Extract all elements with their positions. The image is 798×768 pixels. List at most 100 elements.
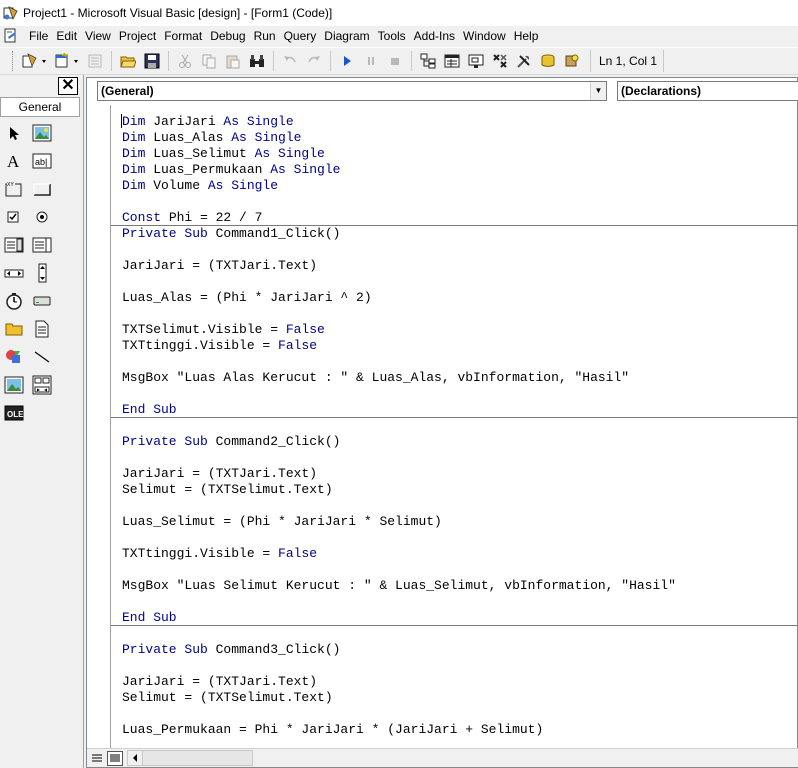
listbox-tool[interactable]	[30, 233, 54, 257]
listbox-icon	[32, 237, 52, 253]
add-form-button[interactable]	[52, 50, 82, 72]
object-combo[interactable]: (General) ▼	[97, 81, 607, 101]
code-line[interactable]: Private Sub Command2_Click()	[122, 434, 340, 450]
scroll-left-button[interactable]	[127, 750, 143, 766]
chevron-down-icon[interactable]: ▼	[590, 82, 606, 100]
toolbar-grip[interactable]	[12, 51, 15, 71]
code-line[interactable]: Selimut = (TXTSelimut.Text)	[122, 690, 333, 706]
code-keyword: As Single	[254, 146, 325, 161]
menu-help[interactable]: Help	[510, 26, 543, 46]
frame-tool[interactable]: XY	[2, 177, 26, 201]
menu-add-ins[interactable]: Add-Ins	[410, 26, 459, 46]
code-line[interactable]: End Sub	[122, 402, 177, 418]
scroll-track[interactable]	[143, 750, 253, 766]
code-line[interactable]: Luas_Alas = (Phi * JariJari ^ 2)	[122, 290, 372, 306]
menu-format[interactable]: Format	[160, 26, 206, 46]
object-browser-button[interactable]	[489, 50, 511, 72]
menu-view[interactable]: View	[81, 26, 115, 46]
label-tool[interactable]: A	[2, 149, 26, 173]
find-button[interactable]	[246, 50, 268, 72]
code-line[interactable]: Const Phi = 22 / 7	[122, 210, 262, 226]
drivelistbox-tool[interactable]	[30, 289, 54, 313]
menu-project[interactable]: Project	[115, 26, 160, 46]
code-line[interactable]: TXTtinggi.Visible = False	[122, 338, 317, 354]
save-button[interactable]	[141, 50, 163, 72]
picturebox-tool[interactable]	[30, 121, 54, 145]
svg-text:XY: XY	[7, 182, 14, 188]
code-line[interactable]: Dim Luas_Alas As Single	[122, 130, 301, 146]
code-keyword: Dim	[122, 130, 146, 145]
menu-run[interactable]: Run	[250, 26, 280, 46]
code-line[interactable]: TXTSelimut.Visible = False	[122, 322, 325, 338]
undo-button[interactable]	[279, 50, 301, 72]
menu-window[interactable]: Window	[459, 26, 510, 46]
data-view-button[interactable]	[537, 50, 559, 72]
combobox-tool[interactable]	[2, 233, 26, 257]
toolbox-button[interactable]	[513, 50, 535, 72]
code-line[interactable]: MsgBox "Luas Alas Kerucut : " & Luas_Ala…	[122, 370, 629, 386]
start-button[interactable]	[336, 50, 358, 72]
break-button[interactable]	[360, 50, 382, 72]
project-explorer-button[interactable]	[417, 50, 439, 72]
code-line[interactable]: End Sub	[122, 610, 177, 626]
code-line[interactable]: MsgBox "Luas Selimut Kerucut : " & Luas_…	[122, 578, 676, 594]
dirlistbox-tool[interactable]	[2, 317, 26, 341]
checkbox-tool[interactable]	[2, 205, 26, 229]
code-keyword: Dim	[122, 162, 146, 177]
code-line[interactable]: Dim Volume As Single	[122, 178, 278, 194]
code-line[interactable]: TXTtinggi.Visible = False	[122, 546, 317, 562]
full-module-view-button[interactable]	[107, 750, 123, 766]
timer-icon	[6, 293, 22, 310]
procedure-combo[interactable]: (Declarations)	[617, 81, 798, 101]
vb-app-icon[interactable]	[3, 5, 19, 21]
menu-edit[interactable]: Edit	[52, 26, 81, 46]
visual-component-manager-button[interactable]	[561, 50, 583, 72]
code-editor[interactable]: Dim JariJari As Single Dim Luas_Alas As S…	[87, 105, 798, 748]
properties-window-button[interactable]	[441, 50, 463, 72]
toolbox-close-button[interactable]: ✕	[58, 77, 78, 95]
menu-query[interactable]: Query	[280, 26, 321, 46]
code-line[interactable]: JariJari = (TXTJari.Text)	[122, 258, 317, 274]
code-line[interactable]: Luas_Selimut = (Phi * JariJari * Selimut…	[122, 514, 442, 530]
data-tool[interactable]	[30, 373, 54, 397]
code-line[interactable]: Luas_Permukaan = Phi * JariJari * (JariJ…	[122, 722, 543, 738]
redo-button[interactable]	[303, 50, 325, 72]
line-tool[interactable]	[30, 345, 54, 369]
code-line[interactable]: Private Sub Command3_Click()	[122, 642, 340, 658]
open-project-button[interactable]	[117, 50, 139, 72]
code-line[interactable]: JariJari = (TXTJari.Text)	[122, 466, 317, 482]
hscrollbar-tool[interactable]	[2, 261, 26, 285]
paste-button[interactable]	[222, 50, 244, 72]
menu-debug[interactable]: Debug	[206, 26, 249, 46]
code-line[interactable]: Dim Luas_Permukaan As Single	[122, 162, 340, 178]
add-project-button[interactable]	[20, 50, 50, 72]
ole-tool[interactable]: OLE	[2, 401, 26, 425]
menu-file[interactable]: File	[25, 26, 52, 46]
cut-button[interactable]	[174, 50, 196, 72]
code-line[interactable]: Private Sub Command1_Click()	[122, 226, 340, 242]
code-line[interactable]: Dim Luas_Selimut As Single	[122, 146, 325, 162]
code-text: TXTtinggi.Visible =	[122, 338, 279, 353]
menu-diagram[interactable]: Diagram	[320, 26, 373, 46]
pointer-tool[interactable]	[2, 121, 26, 145]
textbox-tool[interactable]: ab|	[30, 149, 54, 173]
code-window-icon[interactable]	[3, 28, 19, 44]
copy-button[interactable]	[198, 50, 220, 72]
menu-editor-button[interactable]	[84, 50, 106, 72]
shape-tool[interactable]	[2, 345, 26, 369]
procedure-view-button[interactable]	[89, 751, 105, 766]
code-text: Command2_Click()	[207, 434, 341, 449]
code-line[interactable]: Selimut = (TXTSelimut.Text)	[122, 482, 333, 498]
optionbutton-tool[interactable]	[30, 205, 54, 229]
timer-tool[interactable]	[2, 289, 26, 313]
menu-tools[interactable]: Tools	[374, 26, 410, 46]
code-line[interactable]: Dim JariJari As Single	[122, 114, 294, 130]
vscrollbar-tool[interactable]	[30, 261, 54, 285]
filelistbox-tool[interactable]	[30, 317, 54, 341]
form-layout-button[interactable]	[465, 50, 487, 72]
image-tool[interactable]	[2, 373, 26, 397]
code-line[interactable]: JariJari = (TXTJari.Text)	[122, 674, 317, 690]
commandbutton-tool[interactable]	[30, 177, 54, 201]
end-button[interactable]	[384, 50, 406, 72]
toolbox-tab-general[interactable]: General	[0, 97, 80, 117]
